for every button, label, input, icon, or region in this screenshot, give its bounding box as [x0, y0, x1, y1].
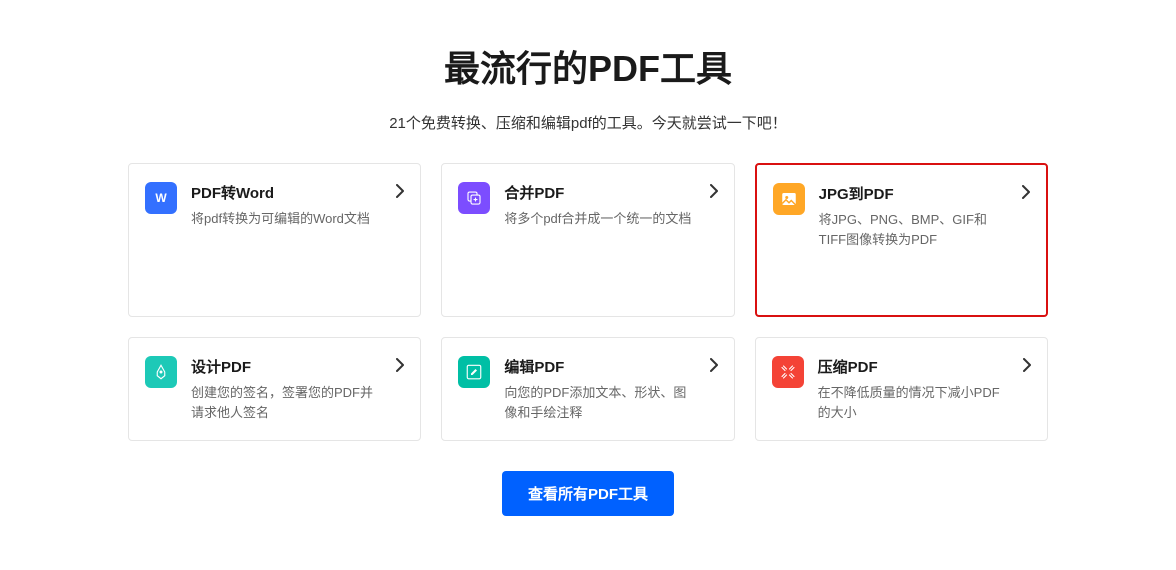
- page-subtitle: 21个免费转换、压缩和编辑pdf的工具。今天就尝试一下吧！: [108, 112, 1068, 133]
- tool-title: 编辑PDF: [504, 356, 695, 377]
- chevron-right-icon: [396, 184, 404, 203]
- tool-title: JPG到PDF: [819, 183, 1008, 204]
- tool-card-design-pdf[interactable]: 设计PDF 创建您的签名，签署您的PDF并请求他人签名: [128, 337, 421, 441]
- tool-desc: 将多个pdf合并成一个统一的文档: [504, 209, 695, 229]
- word-icon: W: [145, 182, 177, 214]
- chevron-right-icon: [396, 358, 404, 377]
- tools-grid: W PDF转Word 将pdf转换为可编辑的Word文档 合并PDF: [108, 163, 1068, 441]
- chevron-right-icon: [710, 184, 718, 203]
- tool-card-compress-pdf[interactable]: 压缩PDF 在不降低质量的情况下减小PDF的大小: [755, 337, 1048, 441]
- tool-title: 压缩PDF: [818, 356, 1009, 377]
- tool-card-edit-pdf[interactable]: 编辑PDF 向您的PDF添加文本、形状、图像和手绘注释: [441, 337, 734, 441]
- image-icon: [773, 183, 805, 215]
- merge-icon: [458, 182, 490, 214]
- tool-title: 合并PDF: [504, 182, 695, 203]
- chevron-right-icon: [1022, 185, 1030, 204]
- chevron-right-icon: [1023, 358, 1031, 377]
- tool-desc: 将JPG、PNG、BMP、GIF和TIFF图像转换为PDF: [819, 210, 1008, 249]
- chevron-right-icon: [710, 358, 718, 377]
- tool-title: PDF转Word: [191, 182, 382, 203]
- pen-icon: [145, 356, 177, 388]
- compress-icon: [772, 356, 804, 388]
- tool-desc: 向您的PDF添加文本、形状、图像和手绘注释: [504, 383, 695, 422]
- tool-card-merge-pdf[interactable]: 合并PDF 将多个pdf合并成一个统一的文档: [441, 163, 734, 317]
- edit-icon: [458, 356, 490, 388]
- tool-card-jpg-to-pdf[interactable]: JPG到PDF 将JPG、PNG、BMP、GIF和TIFF图像转换为PDF: [755, 163, 1048, 317]
- tool-title: 设计PDF: [191, 356, 382, 377]
- tool-desc: 在不降低质量的情况下减小PDF的大小: [818, 383, 1009, 422]
- tool-card-pdf-to-word[interactable]: W PDF转Word 将pdf转换为可编辑的Word文档: [128, 163, 421, 317]
- view-all-button[interactable]: 查看所有PDF工具: [502, 471, 674, 516]
- tool-desc: 创建您的签名，签署您的PDF并请求他人签名: [191, 383, 382, 422]
- tool-desc: 将pdf转换为可编辑的Word文档: [191, 209, 382, 229]
- page-title: 最流行的PDF工具: [108, 40, 1068, 92]
- svg-text:W: W: [155, 191, 167, 205]
